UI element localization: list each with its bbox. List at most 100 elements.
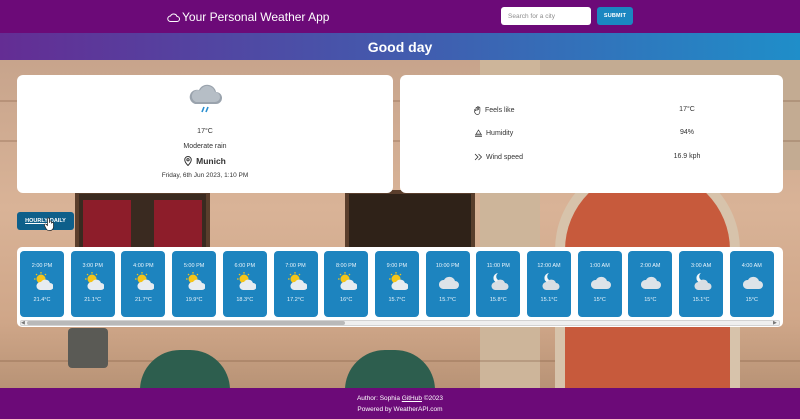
hourly-card: 10:00 PM 15.7°C	[425, 251, 470, 317]
hourly-temperature: 15°C	[593, 297, 606, 303]
hourly-card: 3:00 PM 21.1°C	[70, 251, 115, 317]
hourly-card: 6:00 PM 18.3°C	[222, 251, 267, 317]
hourly-card: 2:00 AM 15°C	[628, 251, 673, 317]
wind-speed-label: Wind speed	[486, 153, 523, 161]
app-brand[interactable]: Your Personal Weather App	[167, 9, 329, 25]
hourly-temperature: 21.4°C	[33, 297, 51, 303]
hourly-temperature: 18.3°C	[236, 297, 254, 303]
location-name: Munich	[196, 156, 226, 166]
cloud-icon	[641, 276, 662, 289]
author-prefix: Author: Sophia	[356, 395, 402, 402]
footer-author: Author: Sophia GitHub ©2023	[0, 395, 800, 402]
greeting-banner: Good day	[0, 33, 800, 60]
hourly-time: 12:00 AM	[537, 263, 561, 269]
hourly-time: 4:00 PM	[133, 263, 154, 269]
detail-humidity: Humidity 94%	[400, 129, 783, 141]
hourly-time: 10:00 PM	[435, 263, 460, 269]
cloud-icon	[438, 276, 459, 289]
detail-label: Humidity	[474, 129, 513, 138]
hourly-temperature: 15.8°C	[489, 297, 507, 303]
hourly-card: 5:00 PM 19.9°C	[172, 251, 217, 317]
detail-wind: Wind speed 16.9 kph	[400, 153, 783, 165]
hourly-time: 3:00 AM	[691, 263, 712, 269]
street-lamp	[68, 328, 108, 368]
wind-icon	[474, 153, 483, 161]
hourly-temperature: 15°C	[644, 297, 657, 303]
cloud-icon	[167, 13, 180, 22]
humidity-icon	[474, 129, 483, 137]
partly-cloudy-day-icon	[34, 272, 53, 290]
detail-feels-like: Feels like 17°C	[400, 106, 783, 118]
hourly-card: 4:00 AM 15°C	[729, 251, 774, 317]
hourly-temperature: 15.7°C	[439, 297, 457, 303]
hourly-card: 8:00 PM 16°C	[324, 251, 369, 317]
hourly-time: 11:00 PM	[486, 263, 510, 269]
hourly-card: 1:00 AM 15°C	[577, 251, 622, 317]
wind-speed-value: 16.9 kph	[673, 153, 701, 160]
hourly-temperature: 15°C	[745, 297, 758, 303]
hourly-card: 7:00 PM 17.2°C	[273, 251, 318, 317]
submit-button[interactable]: SUBMIT	[597, 7, 633, 25]
city-search-input[interactable]	[501, 7, 591, 25]
github-link[interactable]: GitHub	[402, 395, 422, 402]
hourly-temperature: 15.1°C	[540, 297, 558, 303]
partly-cloudy-day-icon	[135, 272, 155, 290]
current-temperature: 17°C	[197, 128, 213, 135]
greeting-text: Good day	[367, 38, 433, 55]
hourly-time: 4:00 AM	[741, 263, 762, 269]
hourly-card: 2:00 PM 21.4°C	[20, 251, 64, 317]
hourly-card: 12:00 AM 15.1°C	[527, 251, 571, 317]
umbrella	[140, 350, 230, 388]
hourly-card: 3:00 AM 15.1°C	[679, 251, 724, 317]
author-suffix: ©2023	[421, 395, 444, 402]
top-nav	[0, 0, 800, 33]
rain-cloud-icon	[189, 84, 222, 113]
hourly-time: 3:00 PM	[82, 263, 103, 269]
hourly-card: 9:00 PM 15.7°C	[374, 251, 419, 317]
hourly-time: 6:00 PM	[234, 263, 256, 269]
hourly-temperature: 17.2°C	[287, 297, 304, 303]
hand-icon	[474, 106, 481, 115]
partly-cloudy-day-icon	[388, 272, 408, 290]
footer: Author: Sophia GitHub ©2023 Powered by W…	[0, 388, 800, 419]
hourly-time: 2:00 AM	[640, 263, 661, 269]
humidity-value: 94%	[679, 129, 694, 136]
hourly-time: 7:00 PM	[285, 263, 306, 269]
hourly-card: 11:00 PM 15.8°C	[476, 251, 521, 317]
powered-by: Powered by WeatherAPI.com	[357, 406, 443, 413]
hourly-temperature: 15.7°C	[388, 297, 406, 303]
detail-label: Wind speed	[474, 153, 523, 161]
hourly-time: 5:00 PM	[183, 263, 205, 269]
hourly-temperature: 21.7°C	[134, 297, 152, 303]
scroll-left-arrow-icon[interactable]: ◀	[21, 320, 25, 326]
detail-label: Feels like	[474, 106, 515, 115]
partly-cloudy-day-icon	[236, 272, 256, 290]
scroll-right-arrow-icon[interactable]: ▶	[773, 320, 777, 326]
app-title: Your Personal Weather App	[182, 10, 330, 24]
humidity-label: Humidity	[486, 130, 514, 137]
partly-cloudy-night-icon	[542, 273, 560, 290]
partly-cloudy-night-icon	[491, 273, 509, 290]
hourly-temperature: 19.9°C	[185, 297, 203, 303]
feels-like-value: 17°C	[679, 106, 695, 113]
hourly-time: 2:00 PM	[31, 263, 53, 269]
current-date: Friday, 6th Jun 2023, 1:10 PM	[161, 172, 249, 179]
hourly-time: 9:00 PM	[386, 263, 408, 269]
hourly-temperature: 21.1°C	[84, 297, 102, 303]
hourly-temperature: 15.1°C	[692, 297, 710, 303]
cloud-icon	[590, 276, 611, 289]
hourly-time: 8:00 PM	[335, 263, 357, 269]
hourly-temperature: 16°C	[340, 297, 353, 303]
partly-cloudy-day-icon	[338, 272, 358, 290]
hourly-time: 1:00 AM	[589, 263, 610, 269]
hand-cursor-icon	[44, 217, 54, 231]
hourly-card: 4:00 PM 21.7°C	[121, 251, 166, 317]
current-location: Munich	[17, 156, 393, 166]
partly-cloudy-day-icon	[84, 272, 104, 290]
current-condition: Moderate rain	[183, 143, 227, 150]
location-pin-icon	[184, 156, 192, 166]
scrollbar-thumb[interactable]	[27, 321, 345, 325]
feels-like-label: Feels like	[485, 107, 515, 114]
partly-cloudy-day-icon	[287, 272, 307, 290]
partly-cloudy-night-icon	[694, 273, 712, 290]
